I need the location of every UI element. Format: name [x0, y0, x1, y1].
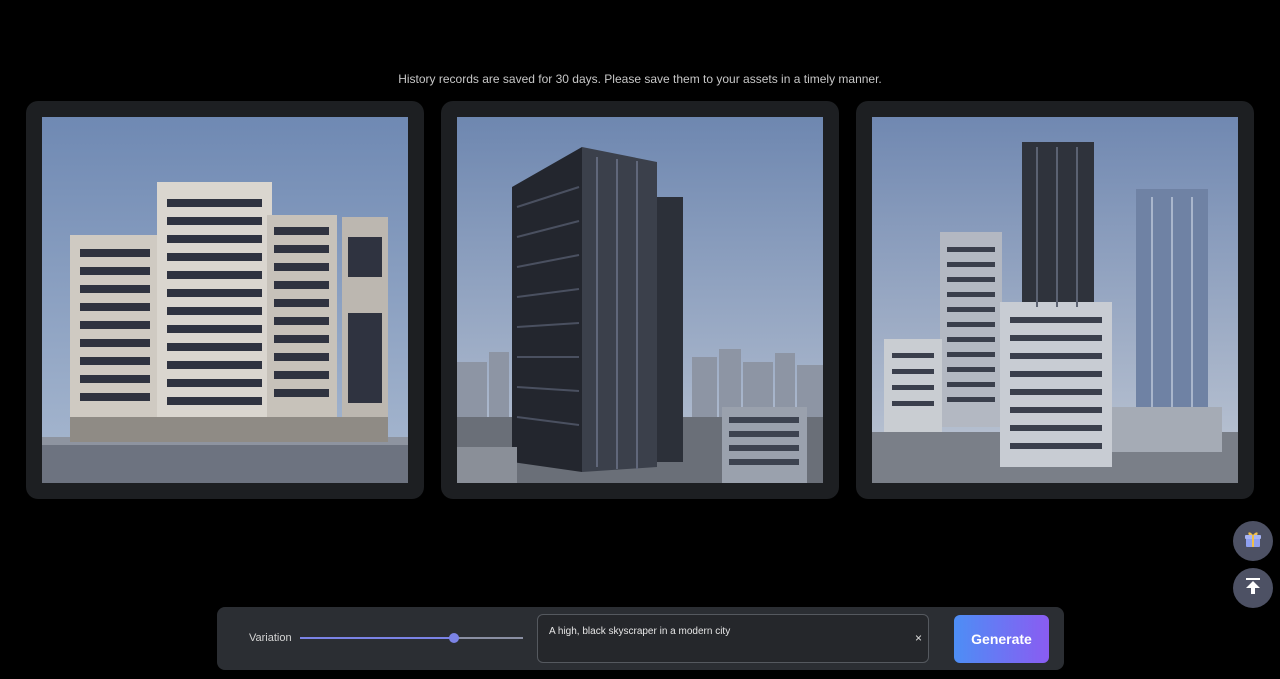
slider-thumb[interactable] — [449, 633, 459, 643]
generated-image-3[interactable] — [872, 117, 1238, 483]
slider-fill — [300, 637, 454, 639]
building-illustration-3 — [872, 117, 1238, 483]
arrow-up-to-top-icon — [1244, 577, 1262, 600]
building-illustration-1 — [42, 117, 408, 483]
generation-control-bar: Variation A high, black skyscraper in a … — [217, 607, 1064, 670]
clear-prompt-button[interactable]: × — [915, 631, 922, 645]
image-gallery — [26, 101, 1255, 499]
result-card-1[interactable] — [26, 101, 424, 499]
generated-image-2[interactable] — [457, 117, 823, 483]
variation-slider[interactable] — [300, 630, 523, 646]
prompt-text[interactable]: A high, black skyscraper in a modern cit… — [549, 626, 730, 637]
building-illustration-2 — [457, 117, 823, 483]
prompt-input[interactable]: A high, black skyscraper in a modern cit… — [537, 614, 929, 663]
result-card-3[interactable] — [856, 101, 1254, 499]
variation-label: Variation — [249, 632, 292, 644]
gift-icon — [1243, 529, 1263, 554]
gift-button[interactable] — [1233, 521, 1273, 561]
generated-image-1[interactable] — [42, 117, 408, 483]
history-notice: History records are saved for 30 days. P… — [398, 72, 882, 86]
result-card-2[interactable] — [441, 101, 839, 499]
back-to-top-button[interactable] — [1233, 568, 1273, 608]
generate-button[interactable]: Generate — [954, 615, 1049, 663]
